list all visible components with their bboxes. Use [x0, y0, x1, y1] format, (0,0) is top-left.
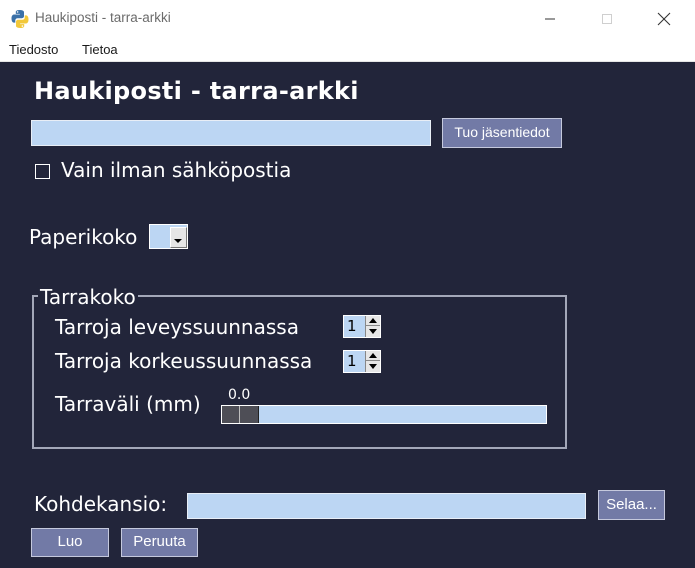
- labels-across-label: Tarroja leveyssuunnassa: [55, 315, 299, 339]
- close-button[interactable]: [641, 0, 687, 38]
- maximize-button[interactable]: [584, 0, 630, 38]
- label-gap-label: Tarraväli (mm): [55, 392, 201, 416]
- chevron-down-icon: [174, 239, 182, 243]
- arrow-down-icon: [369, 364, 377, 369]
- create-button[interactable]: Luo: [31, 528, 109, 557]
- label-size-frame-title: Tarrakoko: [38, 285, 138, 309]
- spin-up-button[interactable]: [366, 316, 380, 326]
- paper-size-select[interactable]: [149, 224, 188, 249]
- spin-up-button[interactable]: [366, 351, 380, 361]
- no-email-checkbox-label[interactable]: Vain ilman sähköpostia: [61, 158, 291, 182]
- spin-buttons: [365, 351, 380, 372]
- main-panel: Haukiposti - tarra-arkki Tuo jäsentiedot…: [0, 62, 695, 568]
- arrow-down-icon: [369, 329, 377, 334]
- page-title: Haukiposti - tarra-arkki: [34, 77, 359, 105]
- cancel-button[interactable]: Peruuta: [121, 528, 198, 557]
- python-icon: [11, 10, 29, 28]
- menu-bar: Tiedosto Tietoa: [0, 38, 695, 62]
- import-members-button[interactable]: Tuo jäsentiedot: [442, 118, 562, 148]
- member-file-input[interactable]: [31, 120, 431, 146]
- window-title: Haukiposti - tarra-arkki: [35, 10, 171, 25]
- paper-size-label: Paperikoko: [29, 225, 138, 249]
- target-folder-input[interactable]: [187, 493, 586, 519]
- title-bar[interactable]: Haukiposti - tarra-arkki: [0, 0, 695, 38]
- minimize-button[interactable]: [527, 0, 573, 38]
- arrow-up-icon: [369, 318, 377, 323]
- labels-across-value[interactable]: 1: [347, 317, 357, 335]
- label-gap-slider[interactable]: [221, 405, 547, 424]
- minimize-icon: [545, 18, 555, 20]
- slider-handle[interactable]: [222, 406, 259, 423]
- labels-down-value[interactable]: 1: [347, 352, 357, 370]
- close-icon: [657, 12, 671, 26]
- labels-across-spinbox[interactable]: 1: [343, 315, 381, 338]
- dropdown-button[interactable]: [170, 227, 187, 248]
- label-gap-value: 0.0: [228, 387, 251, 403]
- menu-item-tiedosto[interactable]: Tiedosto: [9, 42, 58, 57]
- menu-item-tietoa[interactable]: Tietoa: [82, 42, 118, 57]
- labels-down-spinbox[interactable]: 1: [343, 350, 381, 373]
- maximize-icon: [602, 14, 612, 24]
- target-folder-label: Kohdekansio:: [34, 492, 168, 516]
- arrow-up-icon: [369, 353, 377, 358]
- browse-button[interactable]: Selaa...: [598, 490, 665, 520]
- no-email-checkbox[interactable]: [35, 164, 50, 179]
- spin-buttons: [365, 316, 380, 337]
- labels-down-label: Tarroja korkeussuunnassa: [55, 349, 313, 373]
